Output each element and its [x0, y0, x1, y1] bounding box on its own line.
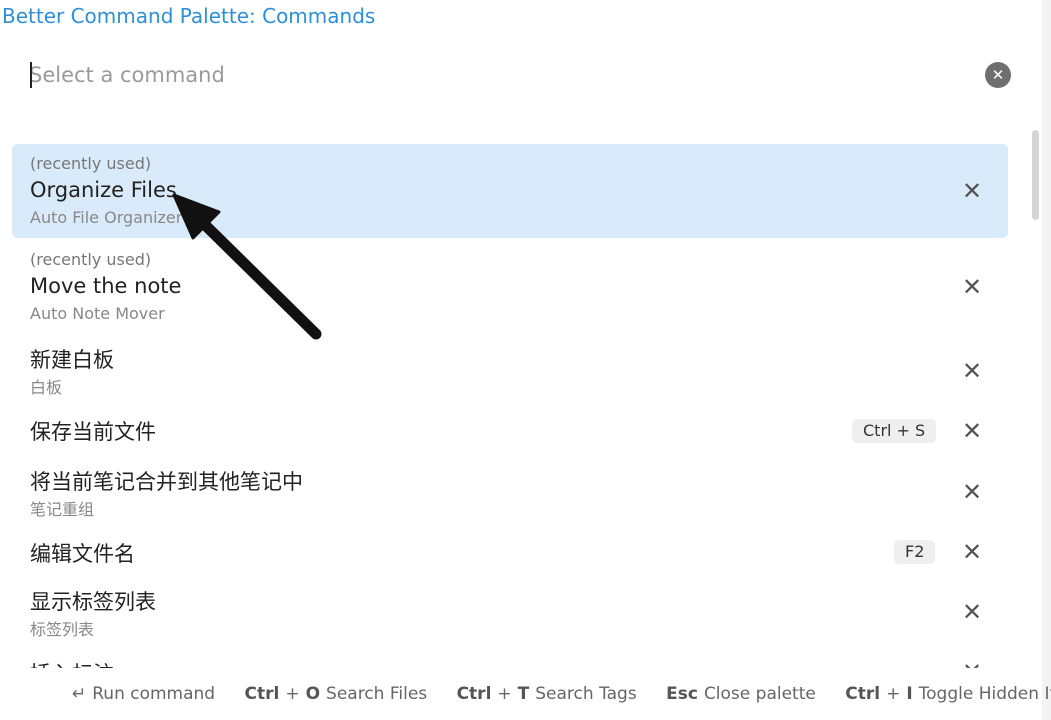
hide-command-icon[interactable]: ✕ — [960, 540, 984, 564]
search-tags-hint: Search Tags — [535, 684, 637, 704]
clear-search-icon[interactable]: ✕ — [985, 62, 1011, 88]
hide-command-icon[interactable]: ✕ — [960, 660, 984, 668]
hint-key: Ctrl — [456, 684, 492, 704]
hint-key: Ctrl — [845, 684, 881, 704]
toggle-hidden-hint: Toggle Hidden Items — [918, 684, 1051, 704]
hint-plus: + — [285, 684, 300, 704]
hint-key: O — [305, 684, 321, 704]
command-name: 显示标签列表 — [30, 590, 156, 614]
command-item[interactable]: 将当前笔记合并到其他笔记中 笔记重组 ✕ — [12, 460, 1008, 524]
command-name: 编辑文件名 — [30, 542, 135, 566]
hint-plus: + — [497, 684, 512, 704]
command-item[interactable]: (recently used) Move the note Auto Note … — [12, 240, 1008, 334]
command-name: 保存当前文件 — [30, 420, 156, 444]
command-name: Organize Files — [30, 178, 177, 202]
hint-plus: + — [886, 684, 901, 704]
hint-key: Esc — [666, 684, 698, 704]
recently-used-label: (recently used) — [30, 154, 152, 173]
hotkey-badge: Ctrl + S — [852, 419, 937, 443]
remove-recent-icon[interactable]: ✕ — [960, 179, 984, 203]
hide-command-icon[interactable]: ✕ — [960, 419, 984, 443]
command-name: 将当前笔记合并到其他笔记中 — [30, 470, 303, 494]
hide-command-icon[interactable]: ✕ — [960, 600, 984, 624]
palette-title: Better Command Palette: Commands — [2, 4, 376, 28]
text-caret — [30, 62, 32, 88]
hint-key: T — [517, 684, 530, 704]
run-command-hint: Run command — [92, 684, 216, 704]
command-plugin: 白板 — [30, 378, 63, 397]
command-plugin: Auto File Organizer — [30, 208, 183, 227]
command-name: 插入标注 — [30, 658, 114, 668]
command-item[interactable]: 显示标签列表 标签列表 ✕ — [12, 580, 1008, 644]
footer-hints: ↵ Run command Ctrl + O Search Files Ctrl + T Se… — [72, 684, 1051, 704]
recently-used-label: (recently used) — [30, 250, 152, 269]
window-edge — [1042, 0, 1051, 720]
search-files-hint: Search Files — [326, 684, 428, 704]
enter-icon: ↵ — [72, 684, 87, 704]
hide-command-icon[interactable]: ✕ — [960, 359, 984, 383]
search-box[interactable] — [29, 58, 969, 92]
command-list[interactable]: (recently used) Organize Files Auto File… — [0, 128, 1020, 668]
command-plugin: 笔记重组 — [30, 500, 95, 519]
palette-footer: ↵ Run command Ctrl + O Search Files Ctrl + T Se… — [0, 672, 1051, 720]
hint-key: Ctrl — [244, 684, 280, 704]
command-item[interactable]: 新建白板 白板 ✕ — [12, 338, 1008, 402]
close-palette-hint: Close palette — [703, 684, 816, 704]
command-name: Move the note — [30, 274, 182, 298]
command-item[interactable]: 编辑文件名 F2 ✕ — [12, 530, 1008, 574]
command-plugin: 标签列表 — [30, 620, 95, 639]
command-item[interactable]: 保存当前文件 Ctrl + S ✕ — [12, 408, 1008, 452]
hint-key: I — [906, 684, 913, 704]
hide-command-icon[interactable]: ✕ — [960, 480, 984, 504]
hide-command-icon[interactable]: ✕ — [960, 275, 984, 299]
hotkey-badge: F2 — [894, 540, 936, 564]
command-item[interactable]: (recently used) Organize Files Auto File… — [12, 144, 1008, 238]
list-scrollbar[interactable] — [1032, 130, 1039, 220]
command-name: 新建白板 — [30, 348, 114, 372]
command-item[interactable]: 插入标注 ✕ — [12, 656, 1008, 668]
command-plugin: Auto Note Mover — [30, 304, 165, 323]
command-search-input[interactable] — [29, 58, 969, 92]
